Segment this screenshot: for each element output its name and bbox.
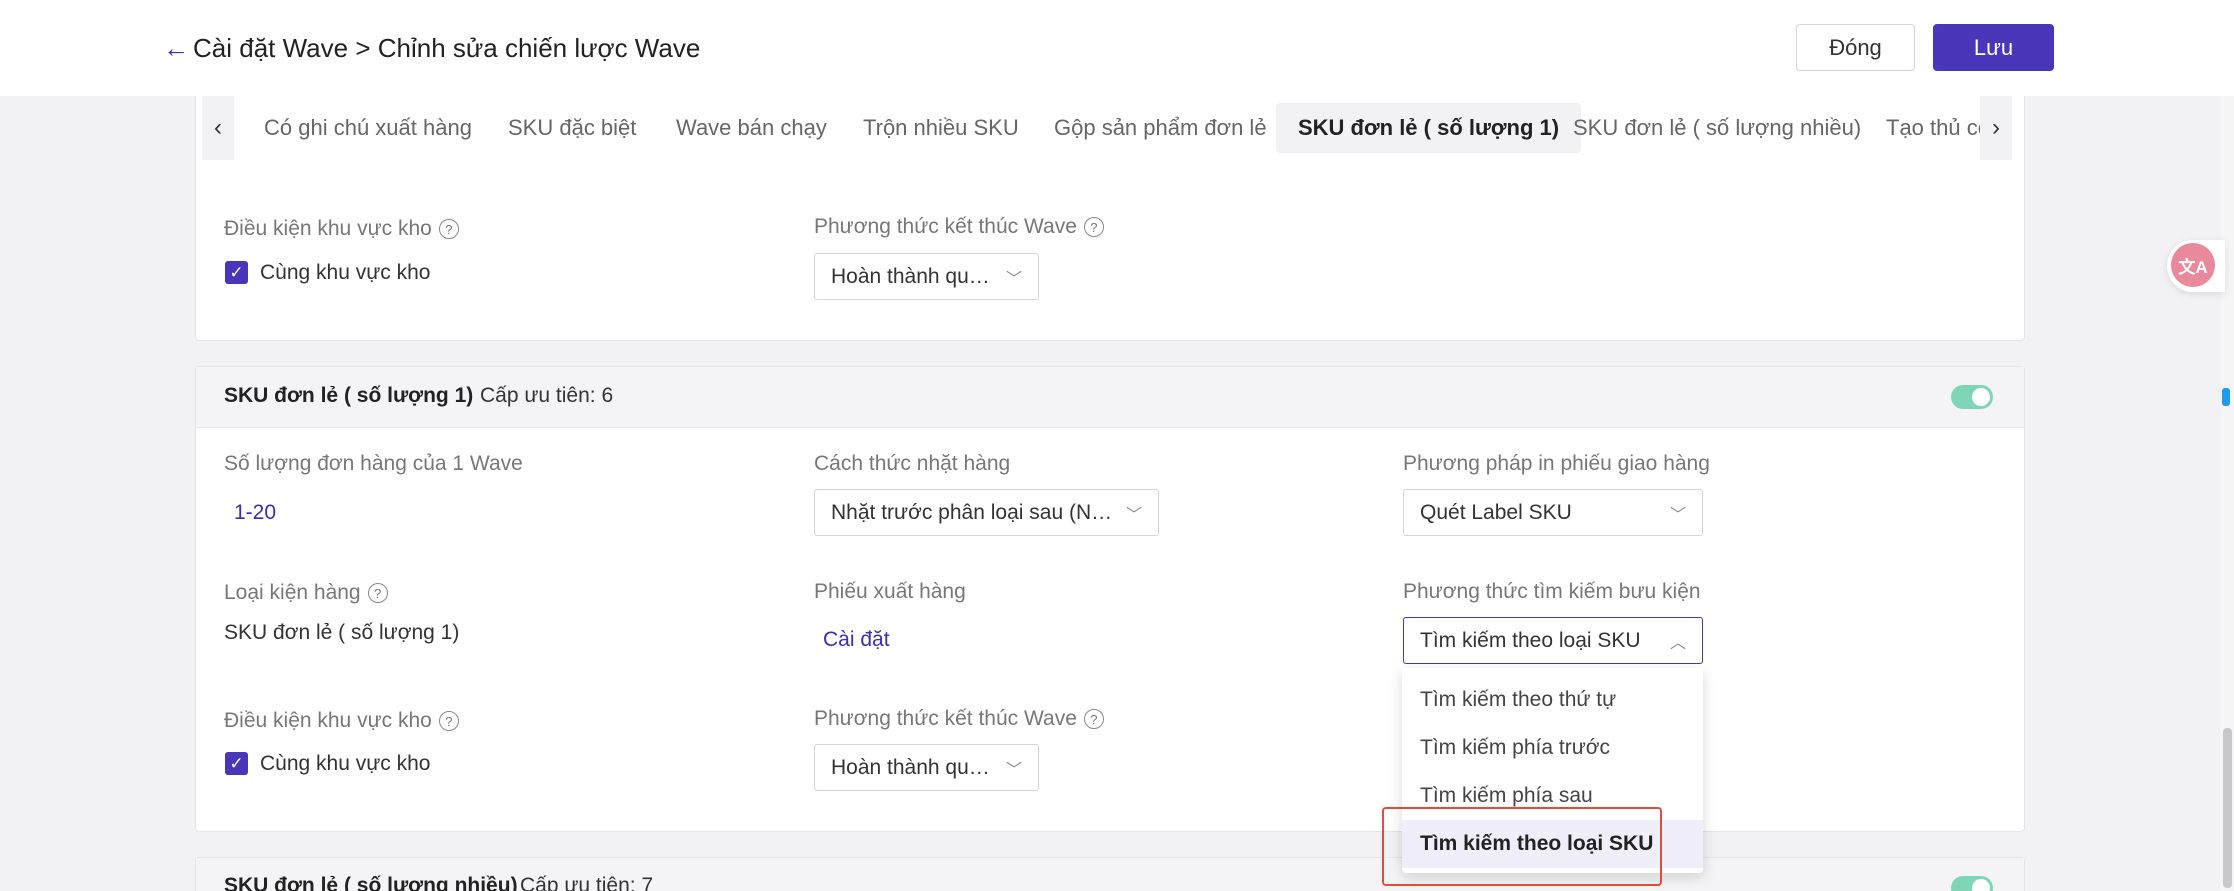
strategy-card-prev	[195, 160, 2025, 341]
chevron-down-icon: ﹀	[1125, 506, 1142, 524]
end-method-select[interactable]: Hoàn thành quét... ﹀	[814, 253, 1039, 300]
tab-merge-single[interactable]: Gộp sản phẩm đơn lẻ	[1054, 96, 1267, 160]
priority-label: Cấp ưu tiên: 7	[520, 874, 654, 891]
print-method-select[interactable]: Quét Label SKU ﹀	[1403, 489, 1703, 536]
end-method-select[interactable]: Hoàn thành quét... ﹀	[814, 744, 1039, 791]
chevron-down-icon: ﹀	[1005, 270, 1022, 288]
card-title: SKU đơn lẻ ( số lượng nhiều)	[224, 874, 518, 891]
end-method-label: Phương thức kết thúc Wave?	[814, 215, 1104, 239]
tab-single-sku-qty1[interactable]: SKU đơn lẻ ( số lượng 1)	[1276, 103, 1582, 153]
shipping-slip-settings-link[interactable]: Cài đặt	[823, 628, 890, 652]
help-icon[interactable]: ?	[367, 583, 388, 603]
tab-special-sku[interactable]: SKU đặc biệt	[508, 96, 636, 160]
save-button[interactable]: Lưu	[1933, 24, 2054, 71]
page-title: Cài đặt Wave > Chỉnh sửa chiến lược Wave	[193, 33, 701, 63]
warehouse-checkbox[interactable]: ✓	[225, 752, 248, 775]
warehouse-checkbox-label: Cùng khu vực kho	[260, 752, 431, 775]
chevron-down-icon: ﹀	[1669, 506, 1686, 524]
tab-bestseller-wave[interactable]: Wave bán chạy	[676, 96, 827, 160]
card-title: SKU đơn lẻ ( số lượng 1)	[224, 384, 474, 407]
scroll-indicator	[2222, 388, 2230, 406]
print-method-label: Phương pháp in phiếu giao hàng	[1403, 452, 1710, 475]
tab-shipping-note[interactable]: Có ghi chú xuất hàng	[264, 96, 472, 160]
warehouse-condition-label: Điều kiện khu vực kho?	[224, 217, 459, 241]
package-search-label: Phương thức tìm kiếm bưu kiện	[1403, 580, 1701, 603]
dropdown-option[interactable]: Tìm kiếm phía trước	[1402, 724, 1703, 772]
tab-single-sku-multi[interactable]: SKU đơn lẻ ( số lượng nhiều)	[1573, 96, 1861, 160]
scrollbar-thumb[interactable]	[2223, 728, 2232, 888]
strategy-card-single-sku-qty1	[195, 366, 2025, 832]
tab-next-icon[interactable]: ›	[1980, 96, 2012, 160]
back-arrow-icon[interactable]: ←	[163, 30, 189, 66]
help-icon[interactable]: ?	[1083, 709, 1104, 729]
order-count-value[interactable]: 1-20	[234, 501, 276, 525]
package-type-label: Loại kiện hàng?	[224, 581, 388, 605]
enable-toggle[interactable]	[1951, 385, 1993, 409]
close-button[interactable]: Đóng	[1796, 24, 1915, 71]
picking-method-select[interactable]: Nhặt trước phân loại sau (Nhâ... ﹀	[814, 489, 1159, 536]
help-icon[interactable]: ?	[438, 219, 459, 239]
tab-manual[interactable]: Tạo thủ cô	[1886, 96, 1990, 160]
chevron-down-icon: ﹀	[1005, 761, 1022, 779]
package-search-select[interactable]: Tìm kiếm theo loại SKU ︿	[1403, 617, 1703, 664]
strategy-tabs: ‹ Có ghi chú xuất hàng SKU đặc biệt Wave…	[195, 96, 2025, 162]
order-count-label: Số lượng đơn hàng của 1 Wave	[224, 452, 523, 475]
help-icon[interactable]: ?	[438, 711, 459, 731]
dropdown-option[interactable]: Tìm kiếm theo thứ tự	[1402, 676, 1703, 724]
enable-toggle[interactable]	[1951, 876, 1993, 891]
tab-prev-icon[interactable]: ‹	[202, 96, 234, 160]
translate-icon[interactable]: 文A	[2171, 243, 2215, 287]
chevron-up-icon: ︿	[1669, 634, 1686, 652]
help-icon[interactable]: ?	[1083, 217, 1104, 237]
shipping-slip-label: Phiếu xuất hàng	[814, 580, 966, 603]
end-method-label: Phương thức kết thúc Wave?	[814, 707, 1104, 731]
warehouse-checkbox-label: Cùng khu vực kho	[260, 261, 431, 284]
tab-mixed-sku[interactable]: Trộn nhiều SKU	[863, 96, 1019, 160]
highlight-box	[1382, 807, 1662, 886]
priority-label: Cấp ưu tiên: 6	[480, 384, 614, 407]
package-type-value: SKU đơn lẻ ( số lượng 1)	[224, 621, 460, 644]
warehouse-condition-label: Điều kiện khu vực kho?	[224, 709, 459, 733]
warehouse-checkbox[interactable]: ✓	[225, 261, 248, 284]
picking-method-label: Cách thức nhặt hàng	[814, 452, 1011, 475]
